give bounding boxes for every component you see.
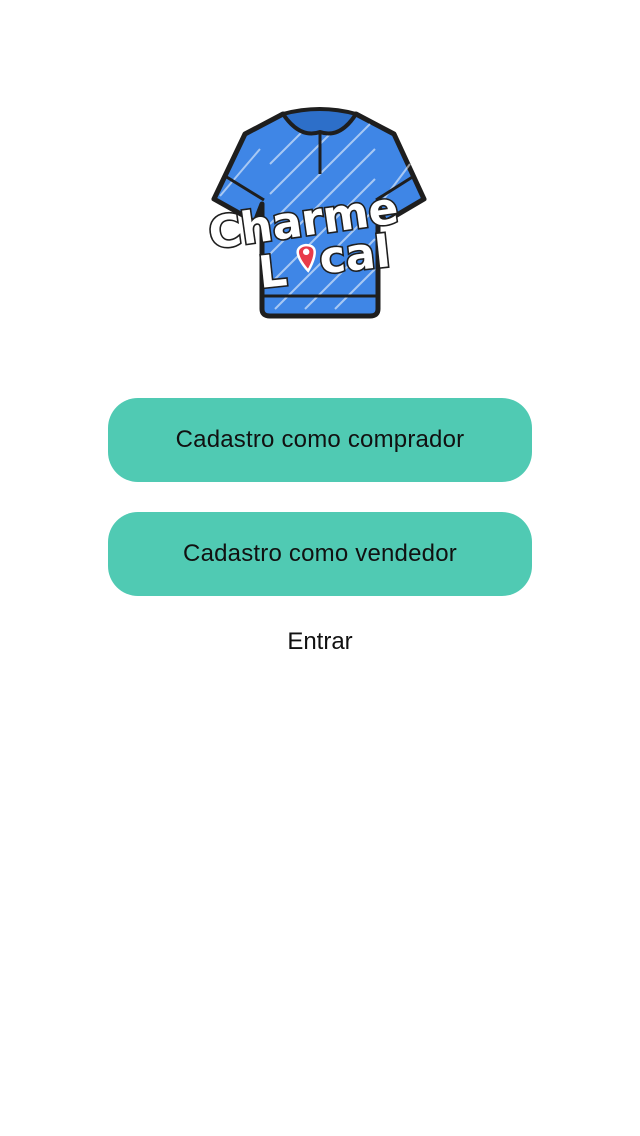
- register-seller-button[interactable]: Cadastro como vendedor: [108, 512, 532, 596]
- welcome-screen: Charme L cal Cadastro como comprador Cad…: [0, 0, 640, 1136]
- logo-text-line2-end: cal: [317, 226, 393, 284]
- register-buyer-button[interactable]: Cadastro como comprador: [108, 398, 532, 482]
- shirt-icon: Charme L cal: [204, 107, 427, 319]
- login-label: Entrar: [287, 628, 353, 655]
- register-buyer-label: Cadastro como comprador: [175, 426, 465, 453]
- logo-text-line2-start: L: [256, 245, 289, 299]
- login-link[interactable]: Entrar: [220, 624, 420, 660]
- register-seller-label: Cadastro como vendedor: [183, 540, 457, 567]
- app-logo: Charme L cal: [200, 104, 430, 324]
